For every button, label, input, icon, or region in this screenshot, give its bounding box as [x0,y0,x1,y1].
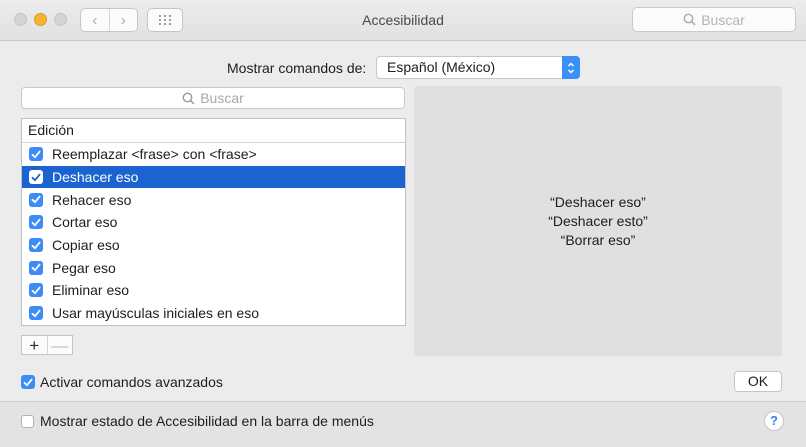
checkmark-icon [31,150,41,158]
list-item[interactable]: Pegar eso [22,256,405,279]
command-checkbox[interactable] [29,306,43,321]
command-checkbox[interactable] [29,192,43,207]
advanced-commands-checkbox[interactable] [21,375,35,389]
command-checkbox[interactable] [29,215,43,230]
search-icon [683,13,696,26]
advanced-commands-option[interactable]: Activar comandos avanzados [21,374,223,390]
preview-line: “Deshacer esto” [548,212,648,229]
list-item-label: Cortar eso [52,214,118,231]
preview-line: “Deshacer eso” [550,193,646,210]
list-item-label: Rehacer eso [52,191,132,208]
menu-status-option[interactable]: Mostrar estado de Accesibilidad en la ba… [21,413,374,429]
menu-status-label: Mostrar estado de Accesibilidad en la ba… [40,413,374,429]
help-button[interactable]: ? [764,411,784,431]
ok-button[interactable]: OK [734,371,782,392]
list-item-label: Deshacer eso [52,169,139,186]
add-command-button[interactable]: + [22,336,47,354]
command-checkbox[interactable] [29,238,43,253]
commands-language-select[interactable]: Español (México) [376,56,580,79]
commands-language-label: Mostrar comandos de: [227,60,367,76]
remove-command-button[interactable]: — [46,336,73,354]
checkmark-icon [31,173,41,181]
search-icon [182,92,195,105]
list-item-label: Copiar eso [52,237,120,254]
checkmark-icon [31,309,41,317]
list-item[interactable]: Copiar eso [22,234,405,257]
list-header: Edición [22,119,405,143]
checkmark-icon [31,195,41,204]
commands-language-value: Español (México) [387,59,496,75]
list-item[interactable]: Reemplazar <frase> con <frase> [22,143,405,166]
command-checkbox[interactable] [29,147,43,162]
list-item[interactable]: Rehacer eso [22,188,405,211]
command-checkbox[interactable] [29,283,43,298]
title-bar: ‹ › Accesibilidad Buscar [0,0,806,41]
command-preview-panel: “Deshacer eso” “Deshacer esto” “Borrar e… [414,86,782,356]
list-item[interactable]: Cortar eso [22,211,405,234]
footer-bar: Mostrar estado de Accesibilidad en la ba… [0,401,806,447]
advanced-commands-label: Activar comandos avanzados [40,374,223,390]
checkmark-icon [31,263,41,272]
menu-status-checkbox[interactable] [21,414,34,428]
checkmark-icon [23,378,33,386]
commands-list: Edición Reemplazar <frase> con <frase> De… [21,118,406,326]
select-arrows-icon [562,56,580,79]
command-checkbox[interactable] [29,260,43,275]
command-checkbox[interactable] [29,170,43,185]
checkmark-icon [31,218,41,227]
list-item[interactable]: Deshacer eso [22,165,405,189]
checkmark-icon [31,286,41,295]
checkmark-icon [31,241,41,249]
list-item[interactable]: Eliminar eso [22,279,405,302]
commands-search-placeholder: Buscar [200,90,244,106]
list-item-label: Eliminar eso [52,282,130,299]
list-item-label: Pegar eso [52,259,116,276]
list-item-label: Usar mayúsculas iniciales en eso [52,305,259,322]
commands-search-field[interactable]: Buscar [21,87,405,109]
list-item-label: Reemplazar <frase> con <frase> [52,146,257,163]
toolbar-search-placeholder: Buscar [701,11,745,28]
add-remove-control: + — [21,335,73,355]
list-rows: Reemplazar <frase> con <frase> Deshacer e… [22,143,405,325]
toolbar-search-field[interactable]: Buscar [632,7,796,32]
preview-line: “Borrar eso” [560,231,636,248]
list-item[interactable]: Usar mayúsculas iniciales en eso [22,302,405,325]
